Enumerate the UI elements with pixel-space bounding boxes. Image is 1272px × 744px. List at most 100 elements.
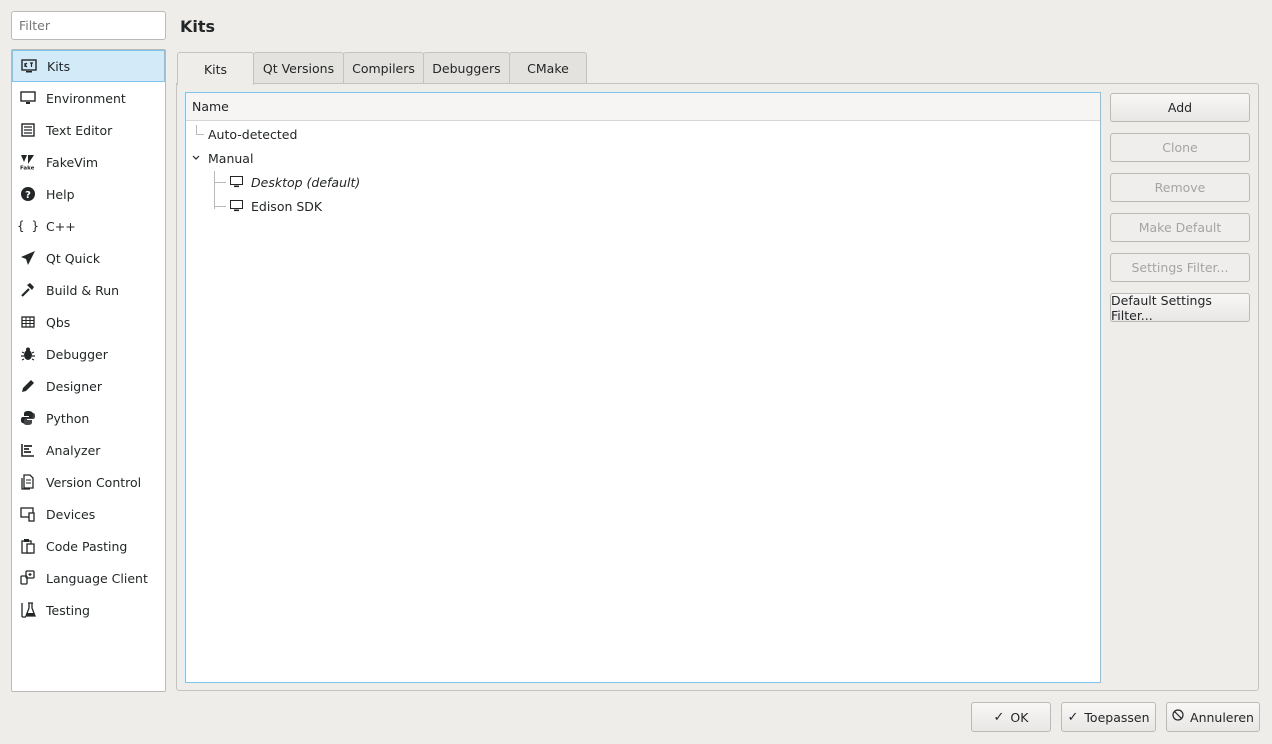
category-item-cpp[interactable]: { } C++ [12,210,165,242]
version-control-icon [19,473,37,491]
hammer-icon [19,281,37,299]
cancel-button[interactable]: Annuleren [1166,702,1260,732]
tree-guide [214,182,226,183]
filter-input[interactable] [11,11,166,40]
category-label: Text Editor [46,122,113,138]
category-label: Help [46,186,75,202]
default-settings-filter-button[interactable]: Default Settings Filter... [1110,292,1250,323]
category-item-qt-quick[interactable]: Qt Quick [12,242,165,274]
category-item-devices[interactable]: Devices [12,498,165,530]
help-icon: ? [19,185,37,203]
clone-button[interactable]: Clone [1110,133,1250,162]
category-list: Kits Environment Text Editor Fake FakeVi… [11,49,166,692]
make-default-button[interactable]: Make Default [1110,213,1250,242]
category-item-build-run[interactable]: Build & Run [12,274,165,306]
category-label: Qt Quick [46,250,101,266]
tab-label: CMake [527,60,569,76]
category-item-analyzer[interactable]: Analyzer [12,434,165,466]
button-label: Clone [1162,140,1198,155]
category-label: Version Control [46,474,142,490]
button-label: Add [1167,100,1193,115]
remove-button[interactable]: Remove [1110,173,1250,202]
category-label: Code Pasting [46,538,128,554]
button-label: Make Default [1138,220,1222,235]
cancel-icon [1172,709,1184,725]
category-item-debugger[interactable]: Debugger [12,338,165,370]
paper-plane-icon [19,249,37,267]
category-item-help[interactable]: ? Help [12,178,165,210]
fakevim-icon: Fake [19,153,37,171]
tree-item-kit[interactable]: Desktop (default) [230,170,360,194]
category-label: Environment [46,90,126,106]
tab-label: Debuggers [432,60,501,76]
tab-bar: Kits Qt Versions Compilers Debuggers CMa… [177,52,587,85]
category-item-python[interactable]: Python [12,402,165,434]
tree-item-kit[interactable]: Edison SDK [230,194,322,218]
tree-item-auto-detected[interactable]: Auto-detected [208,122,297,146]
button-label: Settings Filter... [1131,260,1229,275]
category-label: C++ [46,218,76,234]
devices-icon [19,505,37,523]
category-item-environment[interactable]: Environment [12,82,165,114]
kits-tree[interactable]: Name Auto-detected Manual Desktop (defau… [185,92,1101,683]
category-item-version-control[interactable]: Version Control [12,466,165,498]
category-item-language-client[interactable]: Language Client [12,562,165,594]
tree-item-label: Edison SDK [251,198,323,214]
tab-compilers[interactable]: Compilers [343,52,424,83]
tree-guide [214,171,215,209]
clipboard-icon [19,537,37,555]
tab-qt-versions[interactable]: Qt Versions [253,52,344,83]
monitor-icon [230,176,243,188]
category-label: Designer [46,378,102,394]
monitor-icon [19,89,37,107]
category-item-testing[interactable]: Testing [12,594,165,626]
category-item-code-pasting[interactable]: Code Pasting [12,530,165,562]
chevron-down-icon[interactable] [192,155,204,161]
ok-button[interactable]: ✓ OK [971,702,1051,732]
button-label: OK [1010,709,1029,725]
category-label: Python [46,410,90,426]
tree-item-label: Auto-detected [208,126,298,142]
category-label: Qbs [46,314,71,330]
button-label: Default Settings Filter... [1111,292,1212,323]
page-title: Kits [180,17,216,36]
braces-icon: { } [17,219,39,233]
flask-icon [19,601,37,619]
add-button[interactable]: Add [1110,93,1250,122]
category-item-qbs[interactable]: Qbs [12,306,165,338]
category-item-designer[interactable]: Designer [12,370,165,402]
tab-cmake[interactable]: CMake [509,52,587,83]
monitor-icon [230,200,243,212]
tab-label: Kits [203,61,228,77]
analyzer-icon [19,441,37,459]
pencil-icon [19,377,37,395]
svg-text:?: ? [25,190,31,201]
kits-icon [20,57,38,75]
category-item-fakevim[interactable]: Fake FakeVim [12,146,165,178]
category-label: Language Client [46,570,148,586]
tab-label: Compilers [352,60,415,76]
apply-button[interactable]: ✓ Toepassen [1061,702,1156,732]
language-client-icon [19,569,37,587]
qbs-icon [19,313,37,331]
tree-item-manual[interactable]: Manual [192,146,253,170]
column-header-label: Name [192,99,229,114]
tab-kits[interactable]: Kits [177,52,254,85]
button-label: Remove [1154,180,1206,195]
category-label: Analyzer [46,442,101,458]
tab-debuggers[interactable]: Debuggers [423,52,510,83]
category-item-kits[interactable]: Kits [12,50,165,82]
category-label: FakeVim [46,154,99,170]
button-label: Annuleren [1190,709,1254,725]
svg-text:Fake: Fake [20,166,35,171]
tree-column-header[interactable]: Name [186,93,1100,121]
settings-filter-button[interactable]: Settings Filter... [1110,253,1250,282]
tree-guide [196,134,204,135]
category-label: Kits [47,58,71,74]
category-label: Devices [46,506,96,522]
bug-icon [19,345,37,363]
category-item-text-editor[interactable]: Text Editor [12,114,165,146]
text-editor-icon [19,121,37,139]
tree-item-label: Desktop (default) [251,174,361,190]
tab-label: Qt Versions [262,60,335,76]
